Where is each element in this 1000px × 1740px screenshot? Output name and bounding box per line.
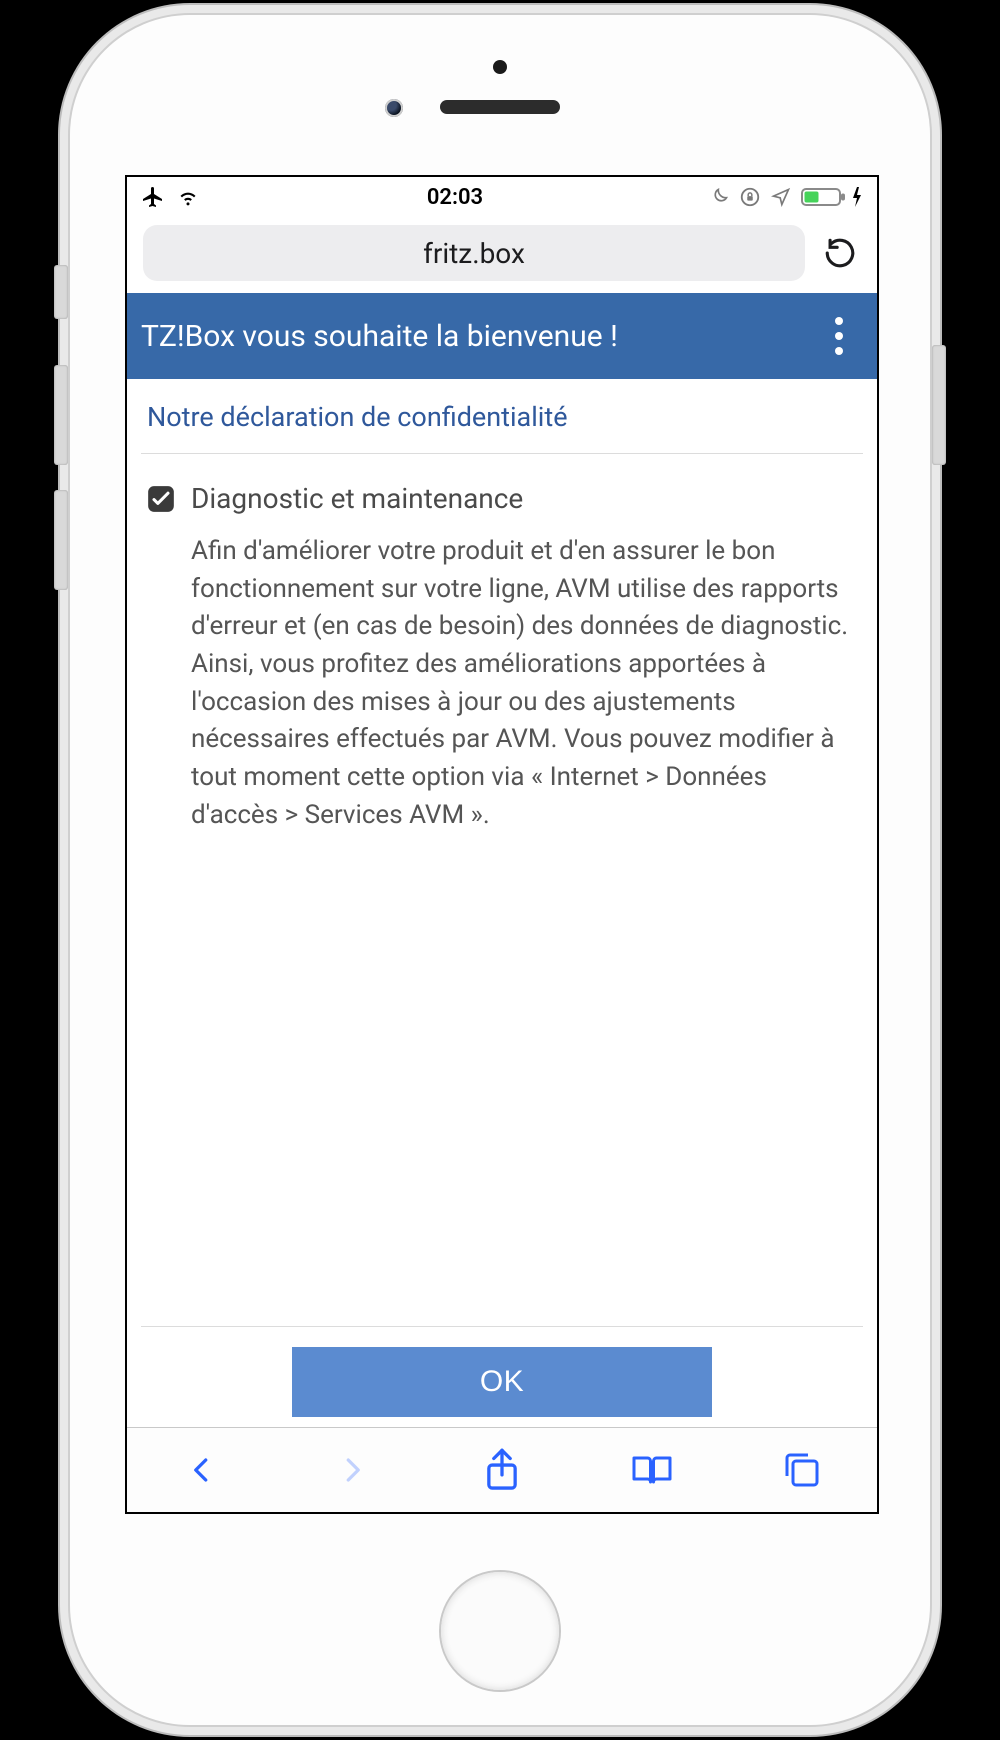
share-icon[interactable] [475,1443,529,1497]
proximity-sensor [493,60,507,74]
mute-switch [54,265,68,319]
footer: OK [127,1327,877,1427]
home-button[interactable] [441,1572,559,1690]
volume-down-btn [54,490,68,590]
wifi-icon [175,187,201,207]
reload-icon[interactable] [819,236,861,270]
forward-button[interactable] [325,1443,379,1497]
orientation-lock-icon [739,186,761,208]
screen: 02:03 [125,175,879,1514]
battery-icon [801,186,863,208]
phone-frame: 02:03 [70,15,930,1725]
tabs-icon[interactable] [775,1443,829,1497]
safari-address-bar: fritz.box [127,219,877,293]
diagnostics-row: Diagnostic et maintenance [127,454,877,515]
clock: 02:03 [427,185,483,210]
back-button[interactable] [175,1443,229,1497]
ios-status-bar: 02:03 [127,177,877,219]
diagnostics-description: Afin d'améliorer votre produit et d'en a… [127,515,877,835]
volume-up-btn [54,365,68,465]
address-text: fritz.box [423,237,525,270]
location-icon [771,187,791,207]
diagnostics-title: Diagnostic et maintenance [191,482,523,515]
earpiece-speaker [440,100,560,114]
more-menu-icon[interactable] [823,317,855,355]
address-field[interactable]: fritz.box [143,225,805,281]
app-header-title: TZ!Box vous souhaite la bienvenue ! [141,319,618,354]
safari-toolbar [127,1427,877,1512]
diagnostics-checkbox[interactable] [147,485,175,513]
bookmarks-icon[interactable] [625,1443,679,1497]
ok-button[interactable]: OK [292,1347,712,1417]
airplane-mode-icon [141,185,165,209]
content-area: Notre déclaration de confidentialité Dia… [127,379,877,1427]
privacy-declaration-link[interactable]: Notre déclaration de confidentialité [127,379,877,453]
power-button [932,345,946,465]
do-not-disturb-icon [709,187,729,207]
front-camera [385,99,403,117]
app-header: TZ!Box vous souhaite la bienvenue ! [127,293,877,379]
